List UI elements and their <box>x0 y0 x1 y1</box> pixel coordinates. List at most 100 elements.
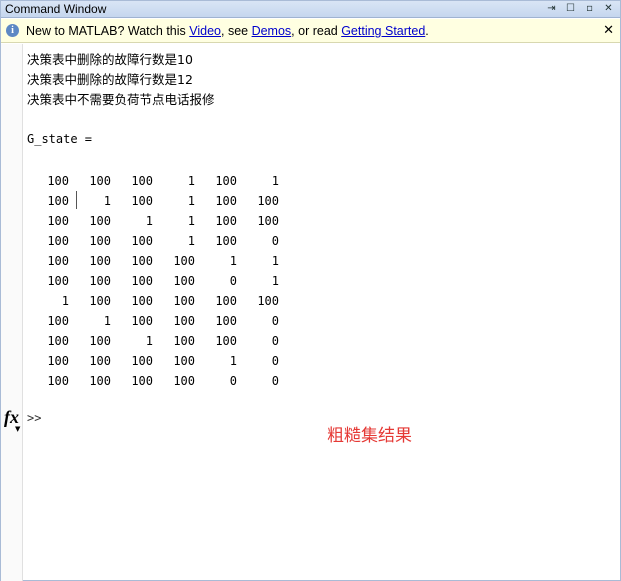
close-icon[interactable]: ✕ <box>603 3 614 14</box>
video-link[interactable]: Video <box>189 24 221 38</box>
matrix-cell: 100 <box>47 194 69 208</box>
info-bar: i New to MATLAB? Watch this Video, see D… <box>1 19 620 43</box>
matrix-row: 100 100 100 100 0 0 <box>27 371 279 391</box>
matrix-cell: 1 <box>103 314 111 328</box>
matrix-cell: 0 <box>271 334 279 348</box>
matrix-cell: 100 <box>173 254 195 268</box>
matrix-output: 100 100 100 1 100 1 100 1 100 1 100 100 100 100 1 1 100 1… <box>27 171 279 391</box>
output-line: 决策表中删除的故障行数是12 <box>27 72 193 87</box>
chevron-down-icon[interactable]: ▼ <box>15 425 20 433</box>
info-prefix: New to MATLAB? Watch this <box>26 24 190 38</box>
matrix-cell: 100 <box>89 354 111 368</box>
maximize-icon[interactable]: ☐ <box>565 3 576 14</box>
info-text: New to MATLAB? Watch this Video, see Dem… <box>26 24 429 38</box>
matrix-cell: 100 <box>215 214 237 228</box>
info-sep-2: , or read <box>291 24 342 38</box>
matrix-row: 1 100 100 100 100 100 <box>27 291 279 311</box>
matrix-cell: 1 <box>187 234 195 248</box>
demos-link[interactable]: Demos <box>252 24 292 38</box>
matrix-cell: 100 <box>47 234 69 248</box>
matrix-cell: 0 <box>229 374 237 388</box>
matrix-cell: 100 <box>89 174 111 188</box>
undock-icon[interactable]: ⇥ <box>546 3 557 14</box>
annotation-label: 粗糙集结果 <box>327 426 412 446</box>
matrix-cell: 100 <box>257 294 279 308</box>
matrix-cell: 100 <box>131 254 153 268</box>
matrix-cell: 100 <box>131 314 153 328</box>
command-window: Command Window ⇥ ☐ ▫ ✕ i New to MATLAB? … <box>0 0 621 581</box>
matrix-cell: 100 <box>215 234 237 248</box>
title-bar-controls: ⇥ ☐ ▫ ✕ <box>546 3 614 14</box>
variable-name-line: G_state = <box>27 132 93 146</box>
matrix-cell: 0 <box>271 234 279 248</box>
matrix-cell: 100 <box>215 334 237 348</box>
matrix-cell: 100 <box>173 334 195 348</box>
matrix-cell: 100 <box>215 194 237 208</box>
matrix-row: 100 1 100 1 100 100 <box>27 191 279 211</box>
matrix-cell: 1 <box>61 294 69 308</box>
matrix-cell: 100 <box>257 214 279 228</box>
matrix-cell: 100 <box>173 294 195 308</box>
matrix-row: 100 100 1 1 100 100 <box>27 211 279 231</box>
minimize-icon[interactable]: ▫ <box>584 3 595 14</box>
matrix-cell: 100 <box>131 354 153 368</box>
matrix-cell: 100 <box>173 354 195 368</box>
matrix-cell: 1 <box>271 274 279 288</box>
matrix-cell: 0 <box>229 274 237 288</box>
matrix-cell: 100 <box>89 374 111 388</box>
info-suffix: . <box>425 24 429 38</box>
matrix-cell: 100 <box>131 174 153 188</box>
matrix-row: 100 100 100 100 1 0 <box>27 351 279 371</box>
info-sep-1: , see <box>221 24 252 38</box>
output-line: 决策表中不需要负荷节点电话报修 <box>27 92 215 107</box>
matrix-cell: 100 <box>89 274 111 288</box>
matrix-cell: 0 <box>271 374 279 388</box>
matrix-cell: 1 <box>271 254 279 268</box>
matrix-cell: 100 <box>47 254 69 268</box>
matrix-cell: 100 <box>89 294 111 308</box>
matrix-cell: 100 <box>47 214 69 228</box>
matrix-cell: 1 <box>229 354 237 368</box>
matrix-cell: 100 <box>47 354 69 368</box>
matrix-cell: 100 <box>215 294 237 308</box>
matrix-cell: 1 <box>229 254 237 268</box>
matrix-cell: 0 <box>271 314 279 328</box>
matrix-cell: 100 <box>47 374 69 388</box>
matrix-cell: 100 <box>89 234 111 248</box>
matrix-cell: 100 <box>131 234 153 248</box>
title-bar: Command Window ⇥ ☐ ▫ ✕ <box>1 1 620 18</box>
matrix-cell: 100 <box>47 274 69 288</box>
info-icon: i <box>6 24 19 37</box>
matrix-cell: 100 <box>47 314 69 328</box>
matrix-cell: 1 <box>145 334 153 348</box>
matrix-cell: 100 <box>173 374 195 388</box>
matrix-cell: 1 <box>187 174 195 188</box>
matrix-cell: 0 <box>271 354 279 368</box>
matrix-cell: 100 <box>47 174 69 188</box>
getting-started-link[interactable]: Getting Started <box>341 24 425 38</box>
left-gutter <box>1 44 23 581</box>
matrix-row: 100 1 100 100 100 0 <box>27 311 279 331</box>
matrix-cell: 1 <box>145 214 153 228</box>
matrix-cell: 1 <box>271 174 279 188</box>
text-cursor <box>76 191 77 209</box>
matrix-cell: 1 <box>187 194 195 208</box>
matrix-cell: 100 <box>173 314 195 328</box>
matrix-cell: 100 <box>215 174 237 188</box>
matrix-cell: 100 <box>47 334 69 348</box>
matrix-row: 100 100 100 100 1 1 <box>27 251 279 271</box>
output-line: 决策表中删除的故障行数是10 <box>27 52 193 67</box>
matrix-cell: 100 <box>131 274 153 288</box>
matrix-cell: 100 <box>131 374 153 388</box>
matrix-row: 100 100 100 100 0 1 <box>27 271 279 291</box>
matrix-cell: 100 <box>89 334 111 348</box>
matrix-row: 100 100 100 1 100 0 <box>27 231 279 251</box>
matrix-cell: 100 <box>173 274 195 288</box>
window-title: Command Window <box>5 2 107 16</box>
infobar-close-icon[interactable]: ✕ <box>603 23 614 38</box>
matrix-cell: 1 <box>187 214 195 228</box>
command-prompt[interactable]: >> <box>27 411 41 425</box>
matrix-row: 100 100 100 1 100 1 <box>27 171 279 191</box>
matrix-cell: 100 <box>89 214 111 228</box>
matrix-cell: 100 <box>257 194 279 208</box>
